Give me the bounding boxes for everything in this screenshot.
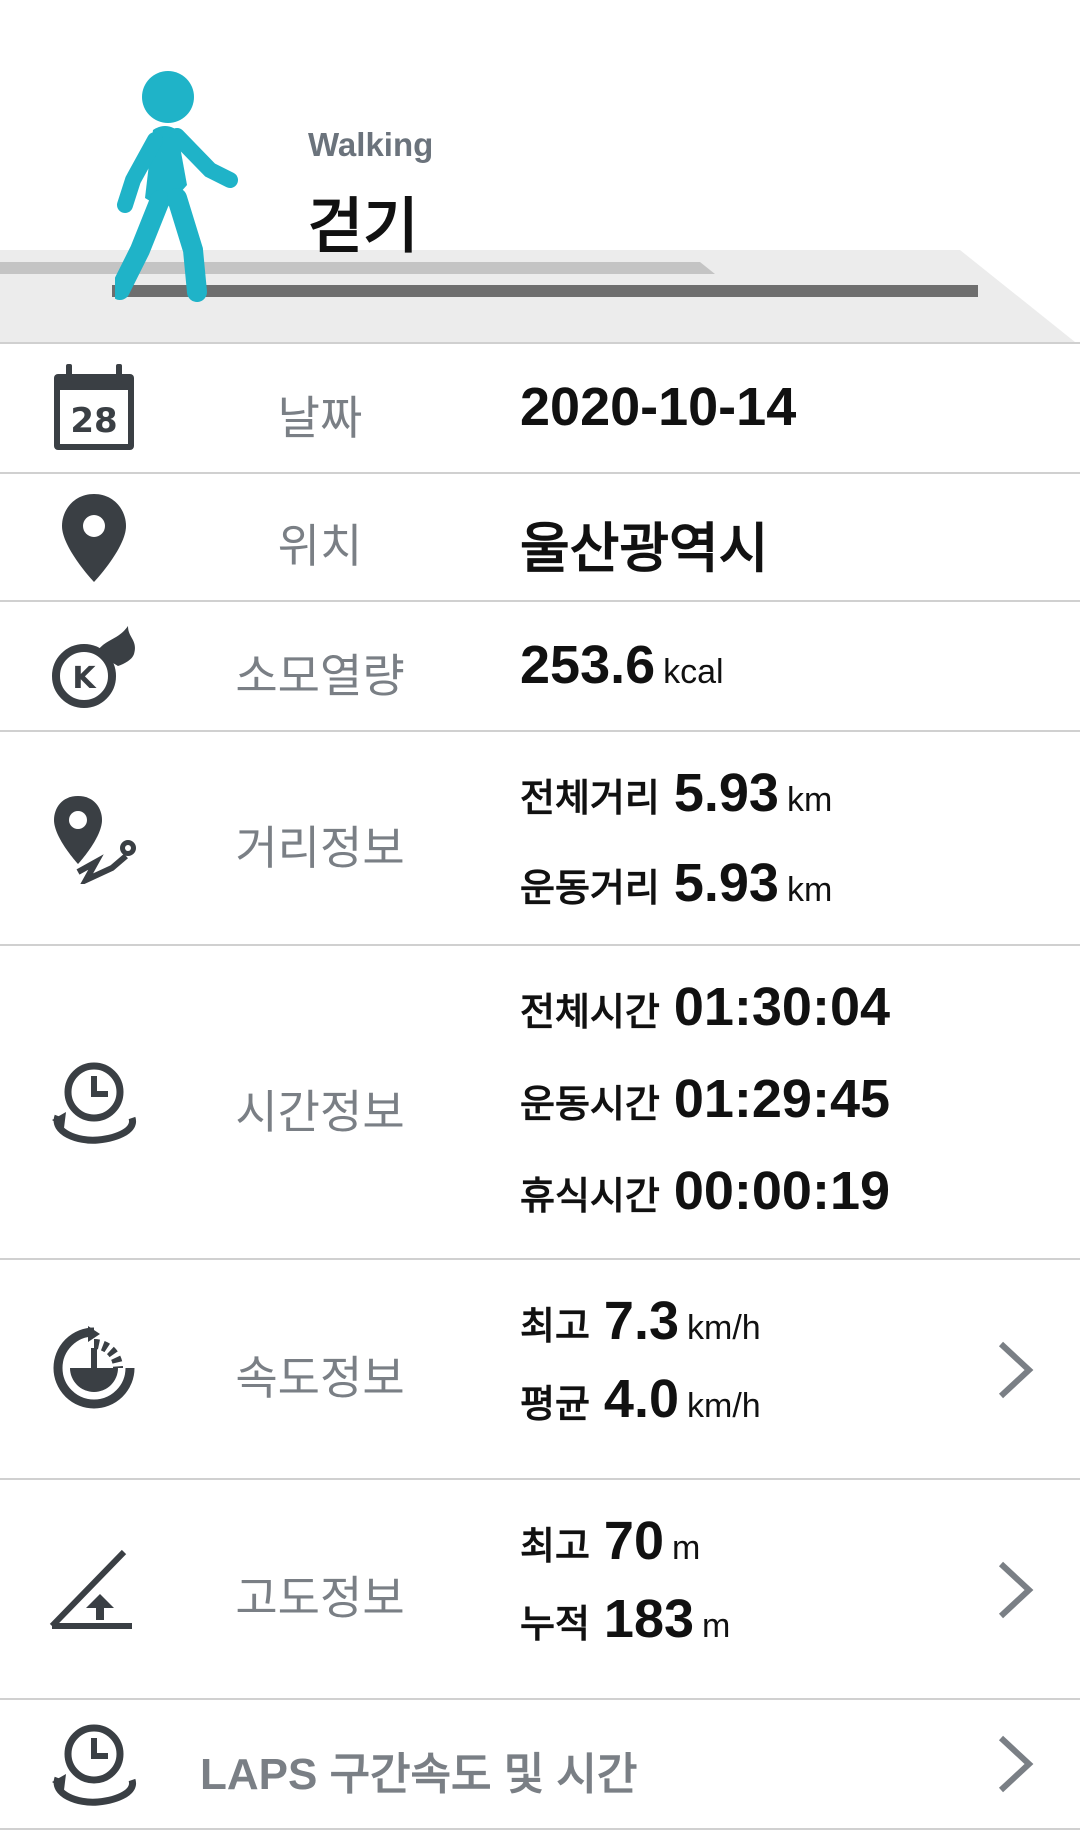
rest-time-line: 휴식시간 00:00:19: [520, 1160, 890, 1222]
laps-row[interactable]: LAPS 구간속도 및 시간: [0, 1700, 1080, 1830]
rest-time-label: 휴식시간: [520, 1176, 660, 1218]
exercise-distance-unit: km: [786, 871, 833, 909]
total-distance-label: 전체거리: [520, 778, 660, 820]
location-label: 위치: [277, 520, 363, 572]
total-distance-unit: km: [786, 781, 833, 819]
cumulative-altitude-unit: m: [702, 1607, 731, 1645]
chevron-right-icon[interactable]: [995, 1734, 1035, 1794]
max-speed-unit: km/h: [687, 1309, 761, 1347]
speedometer-icon: [53, 1326, 135, 1409]
chevron-right-icon[interactable]: [995, 1340, 1035, 1400]
altitude-label: 고도정보: [235, 1572, 405, 1624]
calories-unit: kcal: [663, 653, 724, 691]
speed-label: 속도정보: [235, 1352, 405, 1404]
svg-text:28: 28: [70, 401, 117, 441]
max-speed-line: 최고 7.3 km/h: [520, 1290, 761, 1352]
speed-row[interactable]: 속도정보 최고 7.3 km/h 평균 4.0 km/h: [0, 1260, 1080, 1480]
distance-route-icon: [54, 796, 136, 884]
total-time-line: 전체시간 01:30:04: [520, 976, 890, 1038]
max-speed-label: 최고: [520, 1306, 590, 1348]
calories-row: K 소모열량 253.6 kcal: [0, 602, 1080, 732]
total-time-label: 전체시간: [520, 992, 660, 1034]
exercise-time-label: 운동시간: [520, 1084, 660, 1126]
max-speed-value: 7.3: [603, 1291, 679, 1351]
max-altitude-line: 최고 70 m: [520, 1510, 700, 1572]
max-altitude-value: 70: [603, 1511, 664, 1571]
location-row: 위치 울산광역시: [0, 472, 1080, 602]
exercise-time-value: 01:29:45: [673, 1069, 891, 1129]
calories-line: 253.6 kcal: [520, 634, 724, 696]
exercise-time-line: 운동시간 01:29:45: [520, 1068, 890, 1130]
total-distance-line: 전체거리 5.93 km: [520, 762, 832, 824]
clock-cycle-icon: [52, 1062, 136, 1144]
exercise-distance-value: 5.93: [673, 853, 779, 913]
cumulative-altitude-value: 183: [603, 1589, 695, 1649]
rest-time-value: 00:00:19: [673, 1161, 891, 1221]
svg-text:K: K: [72, 661, 97, 696]
walking-person-icon: [115, 71, 238, 302]
calorie-fire-icon: K: [52, 626, 135, 708]
time-row: 시간정보 전체시간 01:30:04 운동시간 01:29:45 휴식시간 00:00…: [0, 946, 1080, 1260]
total-distance-value: 5.93: [673, 763, 779, 823]
calories-value: 253.6: [520, 635, 656, 695]
avg-speed-value: 4.0: [603, 1369, 679, 1429]
max-altitude-label: 최고: [520, 1526, 590, 1568]
calories-label: 소모열량: [235, 650, 405, 702]
calendar-icon: 28: [54, 364, 134, 450]
avg-speed-unit: km/h: [687, 1387, 761, 1425]
distance-label: 거리정보: [235, 822, 405, 874]
date-label: 날짜: [277, 392, 363, 444]
date-row: 28 날짜 2020-10-14: [0, 342, 1080, 474]
exercise-distance-label: 운동거리: [520, 868, 660, 910]
max-altitude-unit: m: [672, 1529, 701, 1567]
distance-row: 거리정보 전체거리 5.93 km 운동거리 5.93 km: [0, 732, 1080, 946]
date-value: 2020-10-14: [520, 377, 797, 437]
avg-speed-label: 평균: [520, 1384, 590, 1426]
laps-label: LAPS 구간속도 및 시간: [200, 1750, 638, 1799]
activity-header: Walking 걷기: [0, 0, 1080, 342]
location-value: 울산광역시: [520, 519, 769, 579]
laps-clock-icon: [52, 1724, 136, 1806]
exercise-distance-line: 운동거리 5.93 km: [520, 852, 832, 914]
altitude-row[interactable]: 고도정보 최고 70 m 누적 183 m: [0, 1480, 1080, 1700]
total-time-value: 01:30:04: [673, 977, 891, 1037]
altitude-slope-icon: [49, 1549, 132, 1629]
avg-speed-line: 평균 4.0 km/h: [520, 1368, 761, 1430]
cumulative-altitude-label: 누적: [520, 1604, 590, 1646]
activity-name-korean: 걷기: [308, 193, 419, 260]
cumulative-altitude-line: 누적 183 m: [520, 1588, 730, 1650]
activity-name-english: Walking: [308, 126, 434, 163]
time-label: 시간정보: [235, 1086, 405, 1138]
location-pin-icon: [62, 494, 126, 582]
chevron-right-icon[interactable]: [995, 1560, 1035, 1620]
